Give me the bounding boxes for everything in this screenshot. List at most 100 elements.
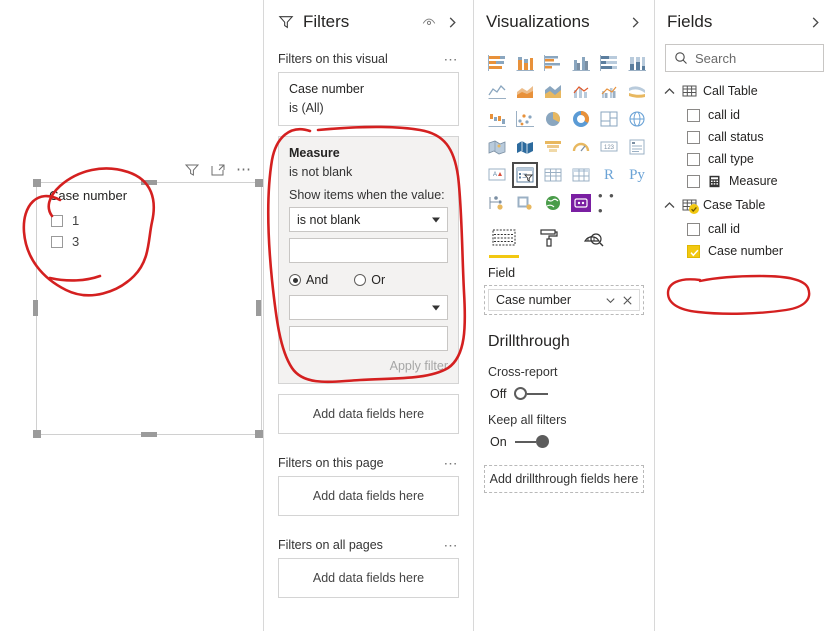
viz-stacked-area-chart-icon[interactable]: [540, 78, 566, 104]
section-more-options-icon[interactable]: ⋯: [444, 52, 460, 66]
viz-ribbon-chart-icon[interactable]: [624, 78, 650, 104]
viz-python-visual-icon[interactable]: Py: [624, 162, 650, 188]
visual-header-toolbar[interactable]: ⋯: [184, 160, 260, 180]
viz-line-clustered-column-chart-icon[interactable]: [596, 78, 622, 104]
drillthrough-dropzone[interactable]: Add drillthrough fields here: [484, 465, 644, 493]
filter-logic-and[interactable]: And: [289, 273, 328, 287]
fields-search-box[interactable]: Search: [665, 44, 824, 72]
fields-table-case-table[interactable]: Case Table: [655, 192, 834, 218]
filter-operator-select-2[interactable]: [289, 295, 448, 320]
viz-line-chart-icon[interactable]: [484, 78, 510, 104]
cross-report-toggle[interactable]: [514, 387, 549, 401]
expand-chevron-icon[interactable]: [446, 16, 459, 29]
radio-unselected-icon[interactable]: [354, 274, 367, 286]
slicer-item[interactable]: 3: [51, 231, 79, 252]
viz-clustered-bar-chart-icon[interactable]: [540, 50, 566, 76]
eye-icon[interactable]: [421, 14, 437, 30]
field-row-case-number[interactable]: Case number: [655, 240, 834, 262]
more-options-icon[interactable]: ⋯: [236, 162, 252, 177]
filter-value-input-1[interactable]: [289, 238, 448, 263]
filter-logic-group[interactable]: And Or: [289, 273, 448, 287]
filters-all-pages-dropzone[interactable]: Add data fields here: [278, 558, 459, 598]
field-chip-case-number[interactable]: Case number: [488, 289, 640, 311]
resize-handle-sw[interactable]: [33, 430, 41, 438]
expand-chevron-icon[interactable]: [809, 16, 822, 29]
chevron-down-icon[interactable]: [604, 294, 617, 307]
viz-more-visuals-icon[interactable]: • • •: [596, 188, 622, 218]
section-more-options-icon[interactable]: ⋯: [444, 538, 460, 552]
resize-handle-nw[interactable]: [33, 179, 41, 187]
resize-handle-e[interactable]: [256, 300, 261, 316]
tab-fields[interactable]: [489, 228, 519, 258]
viz-shape-map-icon[interactable]: [512, 134, 538, 160]
viz-waterfall-chart-icon[interactable]: [484, 106, 510, 132]
filter-operator-select-1[interactable]: is not blank: [289, 207, 448, 232]
viz-filled-map-icon[interactable]: [484, 134, 510, 160]
apply-filter-button[interactable]: Apply filter: [390, 359, 448, 373]
collapse-chevron-icon[interactable]: [663, 199, 676, 212]
field-checkbox[interactable]: [687, 152, 700, 166]
filter-card-case-number[interactable]: Case number is (All): [278, 72, 459, 126]
field-checkbox[interactable]: [687, 222, 700, 236]
field-row-call-status[interactable]: call status: [655, 126, 834, 148]
viz-funnel-icon[interactable]: [540, 134, 566, 160]
viz-matrix-icon[interactable]: [568, 162, 594, 188]
field-checkbox-checked[interactable]: [687, 244, 700, 258]
viz-map-icon[interactable]: [624, 106, 650, 132]
visual-type-gallery[interactable]: 123 A R Py • • •: [474, 44, 654, 220]
resize-handle-w[interactable]: [33, 300, 38, 316]
viz-gauge-icon[interactable]: [568, 134, 594, 160]
slicer-checkbox-icon[interactable]: [51, 214, 63, 227]
keep-all-filters-toggle-row[interactable]: On: [474, 427, 654, 449]
report-canvas[interactable]: ⋯ Case number 1 3: [0, 0, 264, 631]
field-row-measure[interactable]: Measure: [655, 170, 834, 192]
visual-settings-tabs[interactable]: [474, 220, 654, 258]
filter-icon[interactable]: [184, 162, 200, 178]
resize-handle-ne[interactable]: [255, 179, 263, 187]
viz-scatter-chart-icon[interactable]: [512, 106, 538, 132]
viz-smart-narrative-icon[interactable]: [568, 190, 594, 216]
viz-clustered-column-chart-icon[interactable]: [568, 50, 594, 76]
field-row-call-type[interactable]: call type: [655, 148, 834, 170]
viz-card-icon[interactable]: 123: [596, 134, 622, 160]
cross-report-toggle-row[interactable]: Off: [474, 379, 654, 401]
filter-value-input-2[interactable]: [289, 326, 448, 351]
field-well-dropzone[interactable]: Case number: [484, 285, 644, 315]
viz-line-stacked-column-chart-icon[interactable]: [568, 78, 594, 104]
viz-table-icon[interactable]: [540, 162, 566, 188]
viz-stacked-bar-chart-icon[interactable]: [484, 50, 510, 76]
tab-format[interactable]: [538, 228, 560, 258]
viz-100-stacked-bar-chart-icon[interactable]: [596, 50, 622, 76]
viz-kpi-icon[interactable]: A: [484, 162, 510, 188]
viz-pie-chart-icon[interactable]: [540, 106, 566, 132]
field-checkbox[interactable]: [687, 174, 700, 188]
slicer-item-list[interactable]: 1 3: [51, 210, 79, 252]
field-row-call-id[interactable]: call id: [655, 104, 834, 126]
filter-logic-or[interactable]: Or: [354, 273, 385, 287]
field-checkbox[interactable]: [687, 130, 700, 144]
viz-stacked-column-chart-icon[interactable]: [512, 50, 538, 76]
viz-key-influencers-icon[interactable]: [484, 190, 510, 216]
field-checkbox[interactable]: [687, 108, 700, 122]
resize-handle-s[interactable]: [141, 432, 157, 437]
viz-multi-row-card-icon[interactable]: [624, 134, 650, 160]
collapse-chevron-icon[interactable]: [663, 85, 676, 98]
filter-card-measure[interactable]: Measure is not blank Show items when the…: [278, 136, 459, 384]
viz-r-script-visual-icon[interactable]: R: [596, 162, 622, 188]
slicer-checkbox-icon[interactable]: [51, 235, 63, 248]
viz-decomposition-tree-icon[interactable]: [512, 190, 538, 216]
fields-table-call-table[interactable]: Call Table: [655, 78, 834, 104]
focus-mode-icon[interactable]: [210, 162, 226, 178]
resize-handle-n[interactable]: [141, 180, 157, 185]
remove-icon[interactable]: [621, 294, 634, 307]
viz-area-chart-icon[interactable]: [512, 78, 538, 104]
viz-treemap-icon[interactable]: [596, 106, 622, 132]
viz-arcgis-map-icon[interactable]: [540, 190, 566, 216]
resize-handle-se[interactable]: [255, 430, 263, 438]
viz-donut-chart-icon[interactable]: [568, 106, 594, 132]
radio-selected-icon[interactable]: [289, 274, 301, 286]
filters-page-dropzone[interactable]: Add data fields here: [278, 476, 459, 516]
slicer-visual[interactable]: Case number 1 3: [36, 182, 262, 435]
expand-chevron-icon[interactable]: [629, 16, 642, 29]
keep-all-filters-toggle[interactable]: [514, 435, 549, 449]
